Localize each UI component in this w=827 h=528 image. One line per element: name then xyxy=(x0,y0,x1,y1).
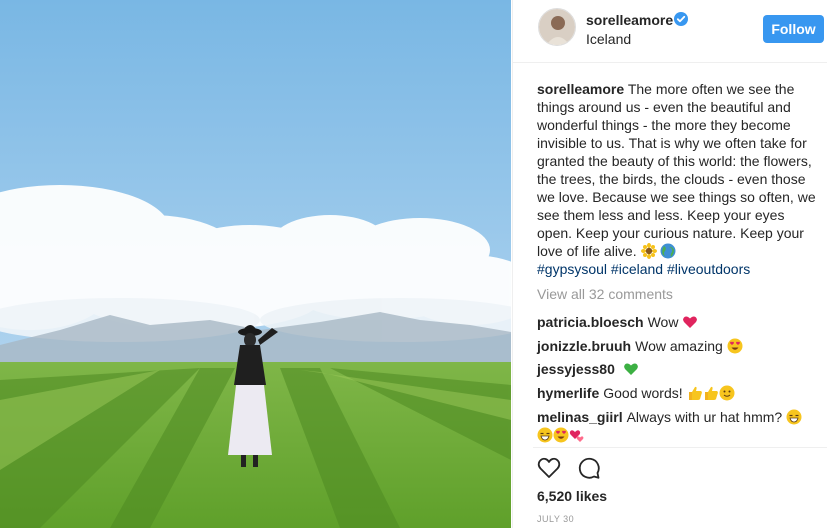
comment-item: jessyjess80 xyxy=(537,360,822,378)
post-date[interactable]: JULY 30 xyxy=(537,514,574,524)
hearts-emoji-icon xyxy=(569,430,584,442)
view-all-comments-link[interactable]: View all 32 comments xyxy=(537,286,673,302)
heart-emoji-icon xyxy=(683,316,698,328)
caption-author[interactable]: sorelleamore xyxy=(537,81,624,97)
follow-button[interactable]: Follow xyxy=(763,15,824,43)
post-header: sorelleamore Iceland Follow xyxy=(513,0,827,63)
comment-username[interactable]: jonizzle.bruuh xyxy=(537,338,631,354)
post-caption: sorelleamore The more often we see the t… xyxy=(537,80,822,278)
grin-emoji-icon xyxy=(786,409,802,425)
heart-eyes-emoji-icon xyxy=(553,427,569,443)
comment-bubble-icon[interactable] xyxy=(577,456,601,480)
comment-text: Wow amazing xyxy=(635,338,723,354)
green-heart-emoji-icon xyxy=(623,363,638,375)
photo-scene xyxy=(0,0,511,528)
post-location[interactable]: Iceland xyxy=(586,31,631,47)
smile-emoji-icon xyxy=(719,385,735,401)
comment-text: Good words! xyxy=(603,385,683,401)
avatar-image xyxy=(539,9,575,45)
post-username[interactable]: sorelleamore xyxy=(586,12,673,28)
comment-text: Always with ur hat hmm? xyxy=(626,409,783,425)
likes-count[interactable]: 6,520 likes xyxy=(537,488,607,504)
comment-item: hymerlife Good words! xyxy=(537,384,822,402)
caption-text: The more often we see the things around … xyxy=(537,81,816,259)
heart-icon[interactable] xyxy=(537,456,561,480)
comment-item: jonizzle.bruuh Wow amazing xyxy=(537,337,822,355)
comment-username[interactable]: patricia.bloesch xyxy=(537,314,644,330)
globe-emoji-icon xyxy=(660,243,676,259)
comment-item: patricia.bloesch Wow xyxy=(537,313,822,331)
comment-item: melinas_giirl Always with ur hat hmm? xyxy=(537,408,822,444)
post-photo[interactable] xyxy=(0,0,511,528)
thumbs-up-emoji-icon xyxy=(688,386,702,400)
sunflower-emoji-icon xyxy=(640,243,657,259)
heart-eyes-emoji-icon xyxy=(727,338,743,354)
comment-text: Wow xyxy=(647,314,679,330)
comment-username[interactable]: melinas_giirl xyxy=(537,409,623,425)
comment-username[interactable]: hymerlife xyxy=(537,385,599,401)
avatar[interactable] xyxy=(538,8,576,46)
grin-emoji-icon xyxy=(537,427,553,443)
actions-divider xyxy=(533,447,827,448)
post-side-panel: sorelleamore Iceland Follow sorelleamore… xyxy=(512,0,827,528)
caption-hashtags[interactable]: #gypsysoul #iceland #liveoutdoors xyxy=(537,261,750,277)
comment-username[interactable]: jessyjess80 xyxy=(537,361,615,377)
thumbs-up-emoji-icon xyxy=(704,386,718,400)
verified-badge-icon xyxy=(674,12,688,26)
